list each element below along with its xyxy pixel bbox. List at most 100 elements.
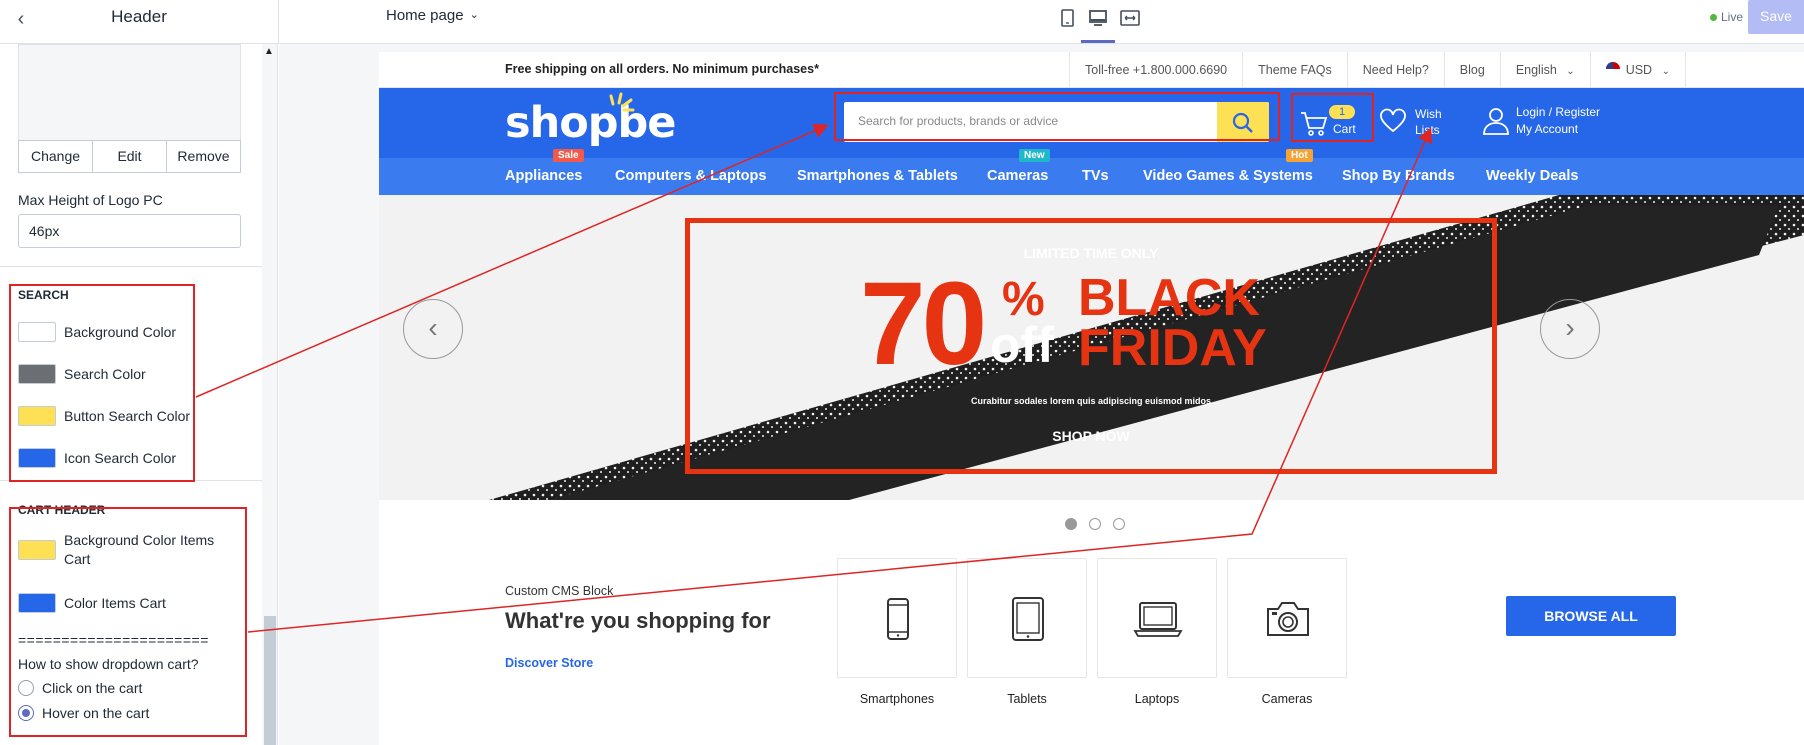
account-link[interactable]: Login / Register My Account (1482, 104, 1622, 144)
nav-label: Computers & Laptops (615, 168, 767, 184)
theme-editor: ‹ Header Home page ⌄ Live Save ▲ Change E… (0, 0, 1804, 745)
scrollbar-thumb[interactable] (264, 616, 276, 745)
fullwidth-icon[interactable] (1117, 6, 1143, 30)
need-help-link[interactable]: Need Help? (1346, 52, 1444, 88)
nav-label: Appliances (505, 168, 583, 184)
cms-block-label: Custom CMS Block (505, 584, 614, 598)
nav-label: Shop By Brands (1342, 168, 1455, 184)
my-account-label: My Account (1516, 122, 1579, 136)
language-select[interactable]: English ⌄ (1499, 52, 1590, 88)
change-logo-button[interactable]: Change (19, 141, 93, 172)
smartphone-icon (887, 598, 909, 640)
divider (278, 0, 279, 44)
scroll-up-arrow-icon[interactable]: ▲ (264, 46, 274, 57)
main-nav: Appliances Sale Computers & Laptops Smart… (379, 149, 1804, 195)
nav-video-games[interactable]: Video Games & Systems Hot (1143, 149, 1313, 184)
promo-number: 70 (860, 258, 987, 390)
mobile-icon[interactable] (1054, 6, 1080, 30)
remove-logo-button[interactable]: Remove (167, 141, 240, 172)
logo-sunburst-icon (609, 92, 635, 112)
live-label: Live (1721, 10, 1744, 24)
nav-weekly-deals[interactable]: Weekly Deals (1486, 168, 1578, 184)
announcement-bar: Free shipping on all orders. No minimum … (379, 52, 1804, 88)
camera-icon (1267, 602, 1309, 636)
nav-appliances[interactable]: Appliances Sale (505, 149, 584, 184)
live-status: Live (1710, 10, 1743, 24)
chevron-down-icon: ⌄ (1661, 66, 1670, 77)
category-label: Cameras (1261, 692, 1313, 706)
discover-store-link[interactable]: Discover Store (505, 656, 593, 670)
blog-link[interactable]: Blog (1443, 52, 1500, 88)
hero-slider: ‹ › LIMITED TIME ONLY 70 % off BLACK FRI… (379, 195, 1804, 500)
chevron-down-icon: ⌄ (1566, 66, 1575, 77)
nav-label: TVs (1082, 168, 1109, 184)
category-tablets[interactable] (967, 558, 1087, 678)
currency-label: USD (1625, 63, 1653, 77)
max-height-label: Max Height of Logo PC (18, 192, 163, 208)
nav-label: Weekly Deals (1486, 168, 1579, 184)
preview-canvas: Free shipping on all orders. No minimum … (279, 44, 1804, 745)
page-select[interactable]: Home page ⌄ (386, 7, 479, 24)
prev-slide-arrow-icon[interactable]: ‹ (403, 299, 463, 359)
save-button[interactable]: Save (1748, 0, 1804, 34)
wish-label: Wish (1415, 107, 1442, 121)
category-label: Tablets (1007, 692, 1047, 706)
annotation-box-search-bar (834, 92, 1280, 141)
sale-tag: Sale (553, 149, 584, 162)
promo-off: off (990, 317, 1054, 373)
toll-free-link[interactable]: Toll-free +1.800.000.6690 (1069, 52, 1242, 88)
top-links: Toll-free +1.800.000.6690 Theme FAQs Nee… (1069, 52, 1686, 88)
browse-all-button[interactable]: BROWSE ALL (1506, 596, 1676, 636)
annotation-box-search (9, 284, 195, 482)
promo-subtitle: Curabitur sodales lorem quis adipiscing … (970, 396, 1212, 406)
next-slide-arrow-icon[interactable]: › (1540, 299, 1600, 359)
nav-tvs[interactable]: TVs (1082, 168, 1109, 184)
laptop-icon (1133, 602, 1183, 637)
settings-sidebar: ▲ Change Edit Remove Max Height of Logo … (0, 44, 278, 745)
page-select-label: Home page (386, 7, 464, 24)
chevron-down-icon: ⌄ (469, 9, 479, 21)
edit-logo-button[interactable]: Edit (93, 141, 167, 172)
category-label: Smartphones (859, 692, 935, 706)
wishlist-link[interactable]: Wish Lists (1379, 104, 1469, 144)
storefront-preview: Free shipping on all orders. No minimum … (379, 52, 1804, 745)
logo-actions: Change Edit Remove (18, 140, 241, 173)
user-icon (1483, 108, 1509, 135)
announcement-text: Free shipping on all orders. No minimum … (505, 62, 819, 76)
logo-preview (18, 44, 241, 140)
category-laptops[interactable] (1097, 558, 1217, 678)
category-cameras[interactable] (1227, 558, 1347, 678)
top-bar: ‹ Header Home page ⌄ Live Save (0, 0, 1804, 44)
nav-smartphones-tablets[interactable]: Smartphones & Tablets (797, 168, 958, 184)
divider (0, 266, 262, 267)
language-label: English (1515, 63, 1557, 77)
nav-cameras[interactable]: Cameras New (987, 149, 1050, 184)
live-dot-icon (1710, 14, 1717, 21)
annotation-box-cart (1291, 93, 1374, 142)
annotation-box-cart (9, 507, 247, 737)
currency-select[interactable]: USD ⌄ (1589, 52, 1686, 88)
slide-dot-2[interactable] (1089, 518, 1101, 530)
nav-label: Video Games & Systems (1143, 168, 1313, 184)
cms-heading: What're you shopping for (505, 608, 771, 633)
login-register-label: Login / Register (1516, 105, 1601, 119)
us-flag-icon (1605, 62, 1620, 76)
nav-computers-laptops[interactable]: Computers & Laptops (615, 168, 766, 184)
nav-label: Cameras (987, 168, 1049, 184)
promo-line-1: BLACK (1078, 269, 1260, 327)
theme-faqs-link[interactable]: Theme FAQs (1242, 52, 1347, 88)
lists-label: Lists (1415, 123, 1440, 137)
category-smartphones[interactable] (837, 558, 957, 678)
logo-text: shopbe (505, 98, 676, 148)
slide-dot-1[interactable] (1065, 518, 1077, 530)
slide-dot-3[interactable] (1113, 518, 1125, 530)
site-logo[interactable]: shopbe (505, 92, 676, 148)
hot-tag: Hot (1286, 149, 1313, 162)
max-height-input[interactable]: 46px (18, 214, 241, 248)
nav-label: Smartphones & Tablets (797, 168, 958, 184)
shop-now-button[interactable]: SHOP NOW (690, 428, 1492, 444)
promo-frame: LIMITED TIME ONLY 70 % off BLACK FRIDAY … (685, 218, 1497, 474)
nav-shop-by-brands[interactable]: Shop By Brands (1342, 168, 1455, 184)
tablet-icon (1012, 597, 1044, 641)
desktop-icon[interactable] (1081, 6, 1115, 43)
